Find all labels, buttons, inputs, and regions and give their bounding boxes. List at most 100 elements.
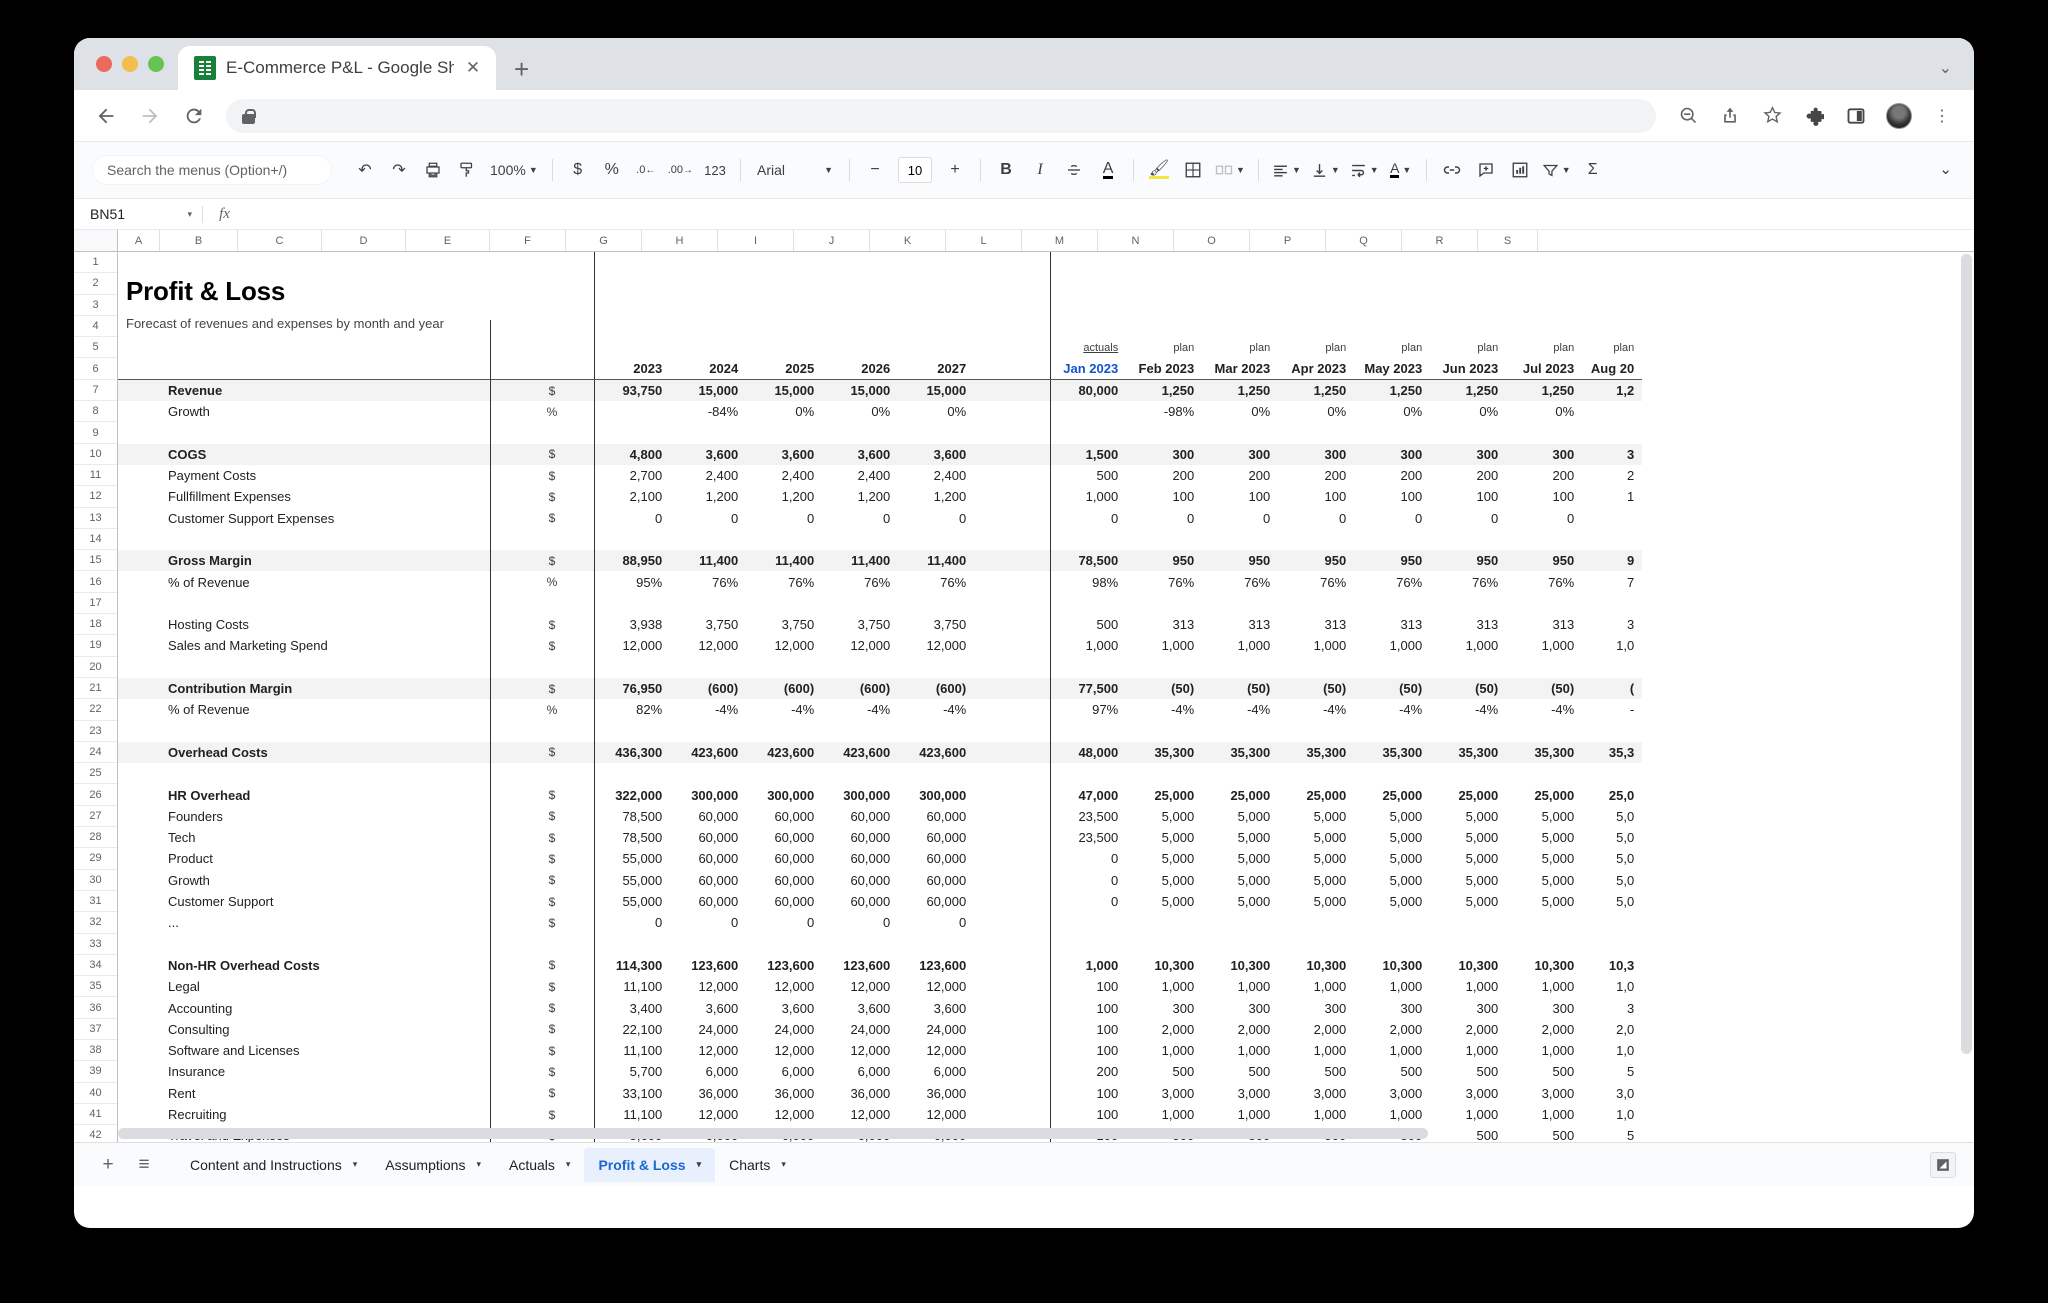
- row-unit[interactable]: $: [510, 976, 594, 997]
- sheet-tab-content-and-instructions[interactable]: Content and Instructions ▾: [176, 1148, 371, 1182]
- month-value[interactable]: 25,000: [1354, 784, 1430, 805]
- create-filter-icon[interactable]: ▼: [1537, 152, 1576, 188]
- month-value[interactable]: (50): [1278, 677, 1355, 700]
- cell-blank[interactable]: [593, 273, 671, 295]
- year-value[interactable]: 12,000: [746, 635, 822, 656]
- cell-blank[interactable]: [426, 827, 510, 848]
- month-value[interactable]: 76%: [1202, 571, 1278, 592]
- cell-blank[interactable]: [118, 657, 160, 678]
- year-value[interactable]: 60,000: [822, 891, 898, 912]
- row-header[interactable]: 24: [74, 741, 117, 764]
- cell-blank[interactable]: [342, 379, 427, 402]
- month-value[interactable]: 10,300: [1202, 955, 1278, 976]
- year-value[interactable]: 12,000: [746, 1104, 822, 1125]
- month-value[interactable]: 48,000: [1049, 741, 1127, 764]
- month-value[interactable]: 2: [1582, 465, 1642, 486]
- borders-icon[interactable]: [1176, 152, 1210, 188]
- text-wrap-icon[interactable]: ▼: [1345, 152, 1384, 188]
- month-value[interactable]: 200: [1506, 465, 1582, 486]
- year-value[interactable]: 76%: [898, 571, 974, 592]
- cell-blank[interactable]: [974, 614, 1050, 635]
- row-label[interactable]: Customer Support: [160, 891, 342, 912]
- year-header[interactable]: 2024: [670, 358, 747, 381]
- cell-blank[interactable]: [1126, 273, 1202, 294]
- year-value[interactable]: [670, 593, 746, 614]
- vertical-scrollbar[interactable]: [1961, 254, 1972, 1054]
- year-value[interactable]: [822, 422, 898, 443]
- year-value[interactable]: 12,000: [822, 1104, 898, 1125]
- month-value[interactable]: (50): [1202, 677, 1279, 700]
- month-value[interactable]: [1049, 720, 1127, 742]
- cell-blank[interactable]: [746, 252, 822, 273]
- row-label[interactable]: Tech: [160, 827, 342, 848]
- cell-blank[interactable]: [342, 1104, 426, 1125]
- cell-blank[interactable]: [510, 295, 594, 316]
- cell-blank[interactable]: [426, 316, 510, 337]
- year-value[interactable]: [593, 933, 671, 955]
- cell-blank[interactable]: [1582, 252, 1642, 273]
- month-value[interactable]: 100: [1202, 486, 1278, 507]
- month-value[interactable]: [1049, 528, 1127, 551]
- year-value[interactable]: [898, 657, 974, 678]
- month-value[interactable]: 5,000: [1354, 827, 1430, 848]
- cell-blank[interactable]: [822, 295, 898, 316]
- year-value[interactable]: (600): [898, 677, 975, 700]
- row-label[interactable]: Hosting Costs: [160, 614, 342, 635]
- sheet-cells[interactable]: actuals plan plan plan plan plan plan plan 2023 2…: [118, 252, 1974, 1142]
- row-unit[interactable]: [510, 529, 594, 550]
- cell-blank[interactable]: [426, 486, 510, 507]
- row-unit[interactable]: $: [510, 677, 595, 700]
- row-header[interactable]: 9: [74, 422, 117, 444]
- column-header-h[interactable]: H: [642, 230, 718, 251]
- cell-blank[interactable]: [118, 955, 160, 976]
- cell-blank[interactable]: [342, 593, 426, 614]
- year-value[interactable]: [898, 934, 974, 955]
- year-value[interactable]: 60,000: [746, 870, 822, 891]
- year-value[interactable]: [670, 721, 746, 742]
- table-row[interactable]: Product $55,000 60,000 60,000 60,000 60,000 0 5…: [118, 848, 1642, 870]
- cell-blank[interactable]: [342, 677, 427, 700]
- year-value[interactable]: [746, 529, 822, 550]
- cell-blank[interactable]: [974, 422, 1050, 443]
- table-row[interactable]: [118, 656, 1642, 678]
- year-value[interactable]: 3,750: [822, 614, 898, 635]
- month-value[interactable]: 1,250: [1506, 379, 1583, 402]
- table-row[interactable]: [118, 252, 1642, 274]
- table-row[interactable]: Rent $33,100 36,000 36,000 36,000 36,000 100 3,…: [118, 1082, 1642, 1104]
- cell-blank[interactable]: [342, 997, 426, 1018]
- month-value[interactable]: 5,000: [1506, 848, 1582, 869]
- row-header[interactable]: 12: [74, 486, 117, 508]
- year-value[interactable]: [898, 763, 974, 784]
- row-header[interactable]: 7: [74, 379, 117, 402]
- year-value[interactable]: 123,600: [822, 955, 898, 976]
- cell-blank[interactable]: [426, 401, 510, 422]
- cell-blank[interactable]: [670, 295, 746, 316]
- month-value[interactable]: -4%: [1202, 699, 1278, 720]
- year-value[interactable]: [898, 422, 974, 443]
- row-unit[interactable]: $: [510, 486, 594, 507]
- month-header[interactable]: Jun 2023: [1430, 358, 1507, 381]
- scenario-plan-label[interactable]: plan: [1354, 337, 1430, 358]
- month-value[interactable]: 5,000: [1202, 806, 1278, 827]
- month-value[interactable]: (50): [1506, 677, 1583, 700]
- cell-blank[interactable]: [426, 806, 510, 827]
- cell-blank[interactable]: [426, 379, 511, 402]
- month-value[interactable]: [1202, 529, 1278, 550]
- cell-blank[interactable]: [1202, 295, 1278, 316]
- month-value[interactable]: 3: [1582, 614, 1642, 635]
- month-value[interactable]: 2,000: [1354, 1019, 1430, 1040]
- year-value[interactable]: 60,000: [822, 870, 898, 891]
- month-value[interactable]: 35,300: [1278, 741, 1355, 764]
- scenario-plan-label[interactable]: plan: [1202, 337, 1278, 358]
- month-value[interactable]: 2,0: [1582, 1019, 1642, 1040]
- year-value[interactable]: (600): [746, 677, 823, 700]
- month-value[interactable]: [1049, 912, 1127, 934]
- month-value[interactable]: 300: [1506, 443, 1583, 465]
- month-value[interactable]: 500: [1506, 1061, 1582, 1082]
- month-value[interactable]: 300: [1202, 443, 1279, 465]
- vertical-align-icon[interactable]: ▼: [1306, 152, 1345, 188]
- month-value[interactable]: 1,000: [1354, 1040, 1430, 1061]
- cell-blank[interactable]: [342, 784, 426, 805]
- month-value[interactable]: 1,000: [1126, 1040, 1202, 1061]
- cell-blank[interactable]: [1506, 295, 1582, 316]
